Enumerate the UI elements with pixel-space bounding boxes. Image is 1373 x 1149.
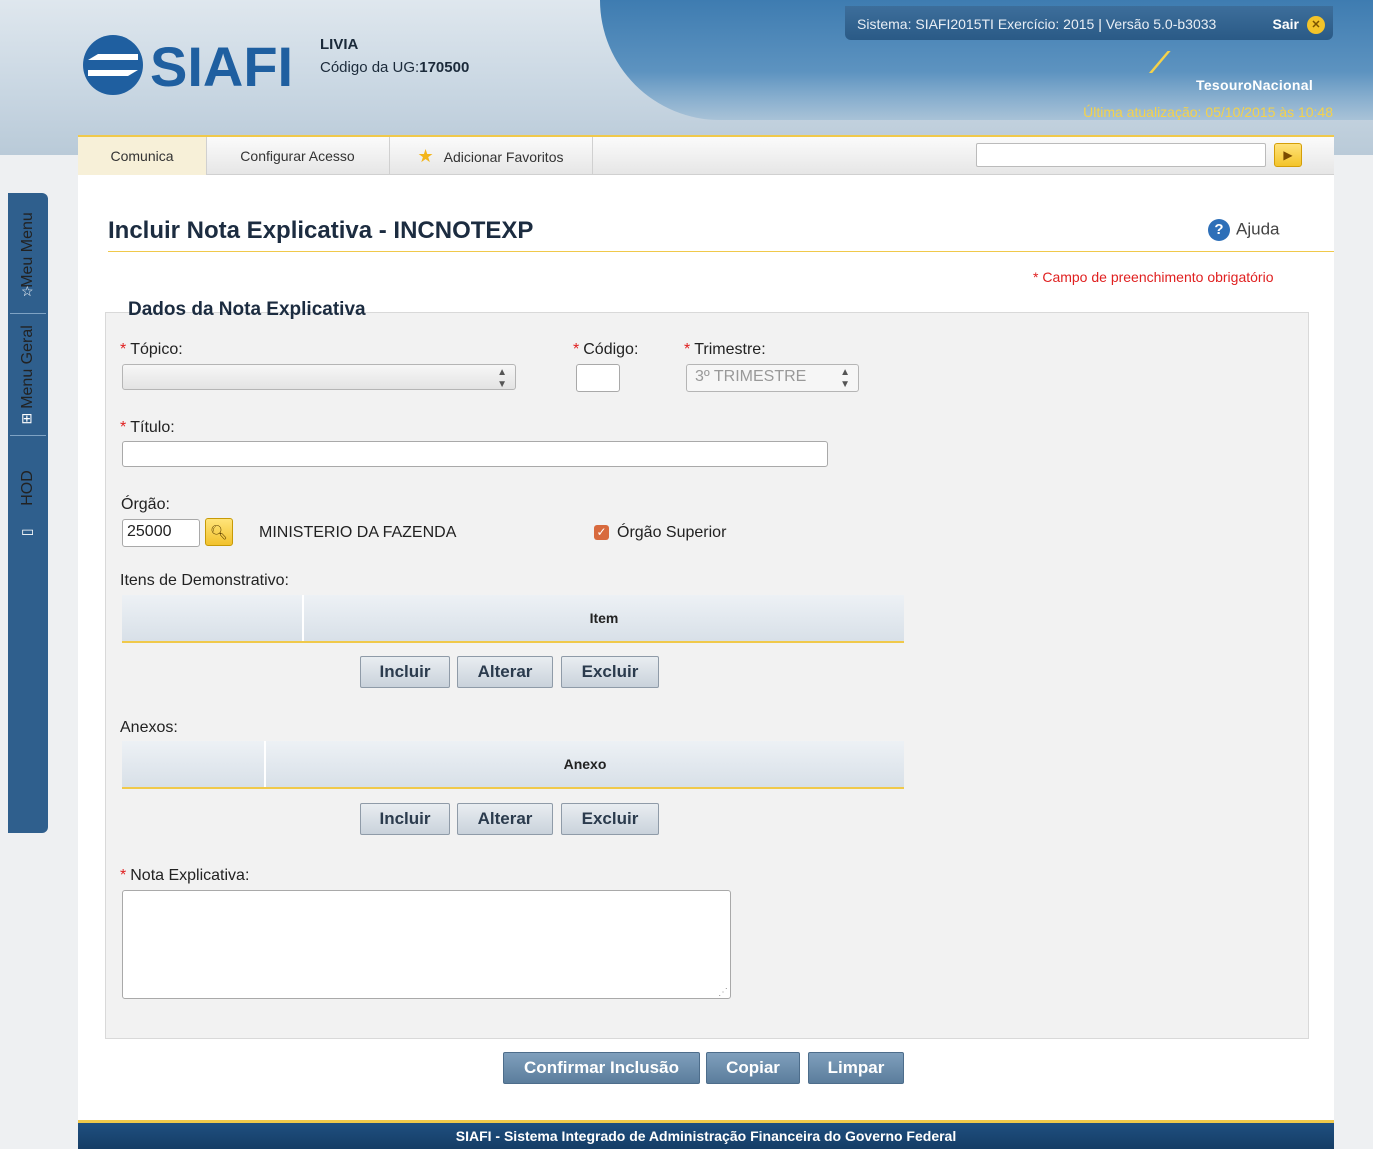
app-header: SIAFI LIVIA Código da UG:170500 Sistema:… xyxy=(0,0,1373,155)
required-note: * Campo de preenchimento obrigatório xyxy=(1033,269,1274,285)
anexos-table: Anexo xyxy=(122,741,904,789)
topico-label: * Tópico: xyxy=(120,341,183,358)
anexos-incluir-button[interactable]: Incluir xyxy=(360,803,450,835)
system-info: Sistema: SIAFI2015TI Exercício: 2015 xyxy=(857,16,1095,32)
anexos-select-column xyxy=(122,741,266,787)
select-arrows-icon: ▲ ▼ xyxy=(497,367,507,390)
orgao-input[interactable]: 25000 xyxy=(122,519,200,547)
itens-excluir-button[interactable]: Excluir xyxy=(561,656,659,688)
search-go-button[interactable]: ▶ xyxy=(1274,143,1302,167)
help-icon: ? xyxy=(1208,219,1230,241)
sidetab-menu-geral[interactable]: Menu Geral ⊞ xyxy=(8,318,48,433)
siafi-logo: SIAFI xyxy=(83,35,293,98)
confirmar-inclusao-button[interactable]: Confirmar Inclusão xyxy=(503,1052,700,1084)
close-icon: ✕ xyxy=(1307,16,1325,35)
trimestre-label: * Trimestre: xyxy=(684,341,766,358)
menu-item-configurar-acesso[interactable]: Configurar Acesso xyxy=(206,137,390,175)
sair-button[interactable]: Sair ✕ xyxy=(1273,6,1325,42)
nota-textarea[interactable]: ⋰ xyxy=(122,890,731,999)
itens-select-column xyxy=(122,595,304,641)
menu-search-input[interactable] xyxy=(976,143,1266,167)
nota-label: * Nota Explicativa: xyxy=(120,867,250,884)
menu-bar: Comunica Configurar Acesso ★ Adicionar Fa… xyxy=(78,135,1334,175)
search-icon[interactable]: 🔍︎ xyxy=(205,518,233,546)
star-icon: ★ xyxy=(417,146,434,166)
ug-value: 170500 xyxy=(419,59,470,76)
menu-item-comunica[interactable]: Comunica xyxy=(78,137,207,175)
user-info: LIVIA Código da UG:170500 xyxy=(320,36,469,76)
user-name: LIVIA xyxy=(320,36,359,53)
anexos-label: Anexos: xyxy=(120,719,178,736)
codigo-input[interactable] xyxy=(576,364,620,392)
ug-code: Código da UG:170500 xyxy=(320,59,470,76)
itens-column-header: Item xyxy=(589,610,619,626)
topico-select[interactable]: ▲ ▼ xyxy=(122,364,516,390)
orgao-superior-label: Órgão Superior xyxy=(617,524,727,541)
anexos-column-header: Anexo xyxy=(563,756,607,772)
help-link[interactable]: ? Ajuda xyxy=(1208,219,1279,241)
sidetab-meu-menu[interactable]: Meu Menu ☆ xyxy=(8,193,48,308)
sitemap-icon: ⊞ xyxy=(21,410,33,426)
itens-table: Item xyxy=(122,595,904,643)
orgao-superior-checkbox[interactable]: ✓ xyxy=(594,525,609,540)
anexos-excluir-button[interactable]: Excluir xyxy=(561,803,659,835)
last-update: Última atualização: 05/10/2015 às 10:48 xyxy=(1083,104,1333,120)
monitor-icon: ▭ xyxy=(21,523,35,539)
trimestre-select[interactable]: 3º TRIMESTRE ▲ ▼ xyxy=(686,364,859,392)
codigo-label: * Código: xyxy=(573,341,639,358)
itens-label: Itens de Demonstrativo: xyxy=(120,572,289,589)
svg-text:SIAFI: SIAFI xyxy=(150,35,293,98)
footer: SIAFI - Sistema Integrado de Administraç… xyxy=(78,1120,1334,1149)
itens-incluir-button[interactable]: Incluir xyxy=(360,656,450,688)
title-divider xyxy=(108,251,1334,252)
page-title: Incluir Nota Explicativa - INCNOTEXP xyxy=(108,217,534,244)
orgao-name: MINISTERIO DA FAZENDA xyxy=(259,524,457,541)
limpar-button[interactable]: Limpar xyxy=(808,1052,904,1084)
select-arrows-icon: ▲ ▼ xyxy=(840,367,850,390)
tesouro-mark-icon: ⟋ xyxy=(1150,47,1170,78)
system-bar: Sistema: SIAFI2015TI Exercício: 2015 | V… xyxy=(845,6,1333,40)
titulo-label: * Título: xyxy=(120,419,175,436)
copiar-button[interactable]: Copiar xyxy=(706,1052,800,1084)
sidetab-hod[interactable]: HOD ▭ xyxy=(8,443,48,553)
orgao-label: Órgão: xyxy=(121,496,170,513)
version-info: Versão 5.0-b3033 xyxy=(1105,16,1217,32)
resize-grip-icon[interactable]: ⋰ xyxy=(718,987,728,998)
main-panel: Incluir Nota Explicativa - INCNOTEXP ? Aj… xyxy=(78,175,1334,1125)
menu-item-adicionar-favoritos[interactable]: ★ Adicionar Favoritos xyxy=(389,137,593,175)
side-tabs: Meu Menu ☆ Menu Geral ⊞ HOD ▭ xyxy=(8,193,48,833)
titulo-input[interactable] xyxy=(122,441,828,467)
itens-alterar-button[interactable]: Alterar xyxy=(457,656,553,688)
anexos-alterar-button[interactable]: Alterar xyxy=(457,803,553,835)
star-outline-icon: ☆ xyxy=(21,283,34,299)
section-title: Dados da Nota Explicativa xyxy=(128,299,366,320)
